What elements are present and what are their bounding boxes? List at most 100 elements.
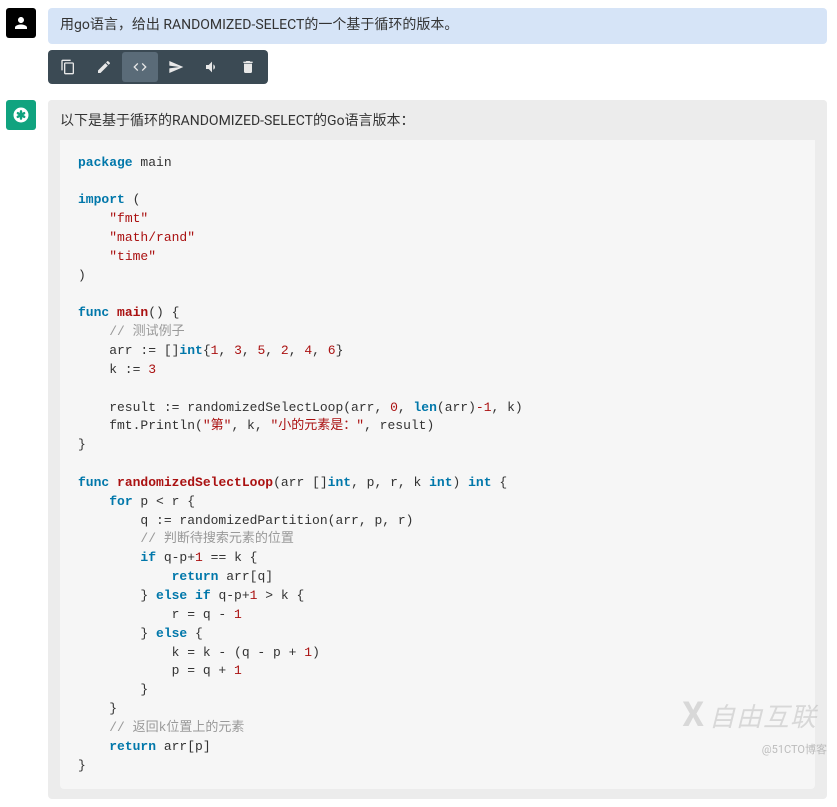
- code-token: k :=: [78, 362, 148, 377]
- code-token: == k {: [203, 550, 258, 565]
- ai-avatar: [6, 100, 36, 130]
- code-token: 5: [257, 343, 265, 358]
- code-token: q := randomizedPartition(arr, p, r): [78, 513, 413, 528]
- code-token: fmt.Println(: [78, 418, 203, 433]
- code-token: > k {: [257, 588, 304, 603]
- code-token: }: [78, 682, 148, 697]
- delete-icon: [240, 59, 256, 75]
- edit-button[interactable]: [86, 52, 122, 82]
- code-token: k = k - (q - p +: [78, 645, 304, 660]
- code-token: , p, r, k: [351, 475, 429, 490]
- code-token: "小的元素是：": [270, 418, 364, 433]
- code-token: {: [492, 475, 508, 490]
- openai-icon: [12, 106, 30, 124]
- code-token: int: [429, 475, 452, 490]
- code-token: int: [179, 343, 202, 358]
- code-token: 1: [234, 663, 242, 678]
- share-button[interactable]: [158, 52, 194, 82]
- code-block[interactable]: package main import ( "fmt" "math/rand" …: [60, 140, 815, 790]
- code-token: arr[q]: [218, 569, 273, 584]
- code-token: // 判断待搜索元素的位置: [140, 531, 293, 546]
- code-token: "第": [203, 418, 232, 433]
- watermark-logo-text: 自由互联: [709, 697, 817, 734]
- copy-icon: [60, 59, 76, 75]
- code-token: 0: [390, 400, 398, 415]
- code-token: else: [156, 626, 187, 641]
- code-token: // 测试例子: [109, 324, 184, 339]
- code-token: p < r {: [133, 494, 195, 509]
- code-token: arr := []: [78, 343, 179, 358]
- code-icon: [132, 59, 148, 75]
- code-token: (arr): [437, 400, 476, 415]
- code-token: if: [195, 588, 211, 603]
- code-token: r = q -: [78, 607, 234, 622]
- code-token: arr[p]: [156, 739, 211, 754]
- ai-intro-text: 以下是基于循环的RANDOMIZED-SELECT的Go语言版本：: [48, 100, 827, 140]
- user-avatar: [6, 8, 36, 38]
- edit-icon: [96, 59, 112, 75]
- code-token: 1: [211, 343, 219, 358]
- code-token: }: [78, 437, 86, 452]
- watermark-logo: X自由互联: [682, 695, 817, 735]
- code-token: 1: [195, 550, 203, 565]
- code-token: else: [156, 588, 187, 603]
- code-token: 1: [234, 607, 242, 622]
- code-token: -1: [476, 400, 492, 415]
- code-token: len: [413, 400, 436, 415]
- user-prompt-text: 用go语言，给出 RANDOMIZED-SELECT的一个基于循环的版本。: [48, 8, 827, 44]
- code-token: return: [172, 569, 219, 584]
- code-token: ): [453, 475, 469, 490]
- code-token: q-p+: [211, 588, 250, 603]
- code-token: main: [117, 305, 148, 320]
- code-token: return: [109, 739, 156, 754]
- code-token: }: [336, 343, 344, 358]
- code-token: func: [78, 475, 109, 490]
- code-token: , k): [492, 400, 523, 415]
- code-token: // 返回k位置上的元素: [109, 720, 244, 735]
- copy-button[interactable]: [50, 52, 86, 82]
- code-token: import: [78, 192, 125, 207]
- code-token: (: [125, 192, 141, 207]
- code-token: , result): [364, 418, 434, 433]
- code-token: if: [140, 550, 156, 565]
- message-toolbar: [48, 50, 268, 84]
- watermark-small: @51CTO博客: [762, 741, 827, 757]
- code-token: 3: [148, 362, 156, 377]
- code-token: "fmt": [109, 211, 148, 226]
- code-token: "math/rand": [109, 230, 195, 245]
- code-token: q-p+: [156, 550, 195, 565]
- code-token: }: [78, 701, 117, 716]
- code-token: ): [312, 645, 320, 660]
- code-token: for: [109, 494, 132, 509]
- delete-button[interactable]: [230, 52, 266, 82]
- user-message-content: 用go语言，给出 RANDOMIZED-SELECT的一个基于循环的版本。: [48, 8, 837, 84]
- volume-button[interactable]: [194, 52, 230, 82]
- share-icon: [168, 59, 184, 75]
- code-token: ,: [398, 400, 414, 415]
- code-token: main: [133, 155, 172, 170]
- code-token: 4: [304, 343, 312, 358]
- code-token: (arr []: [273, 475, 328, 490]
- code-token: p = q +: [78, 663, 234, 678]
- code-token: , k,: [231, 418, 270, 433]
- volume-icon: [204, 59, 220, 75]
- user-message-row: 用go语言，给出 RANDOMIZED-SELECT的一个基于循环的版本。: [0, 0, 837, 92]
- code-token: "time": [109, 249, 156, 264]
- person-icon: [12, 14, 30, 32]
- code-token: 6: [328, 343, 336, 358]
- code-token: 1: [304, 645, 312, 660]
- code-token: 3: [234, 343, 242, 358]
- code-token: package: [78, 155, 133, 170]
- code-token: }: [78, 758, 86, 773]
- code-view-button[interactable]: [122, 52, 158, 82]
- code-token: func: [78, 305, 109, 320]
- code-token: 2: [281, 343, 289, 358]
- code-token: () {: [148, 305, 179, 320]
- code-token: int: [468, 475, 491, 490]
- code-token: result := randomizedSelectLoop(arr,: [78, 400, 390, 415]
- code-token: randomizedSelectLoop: [117, 475, 273, 490]
- code-token: {: [187, 626, 203, 641]
- code-token: int: [328, 475, 351, 490]
- code-token: {: [203, 343, 211, 358]
- code-token: ): [78, 268, 86, 283]
